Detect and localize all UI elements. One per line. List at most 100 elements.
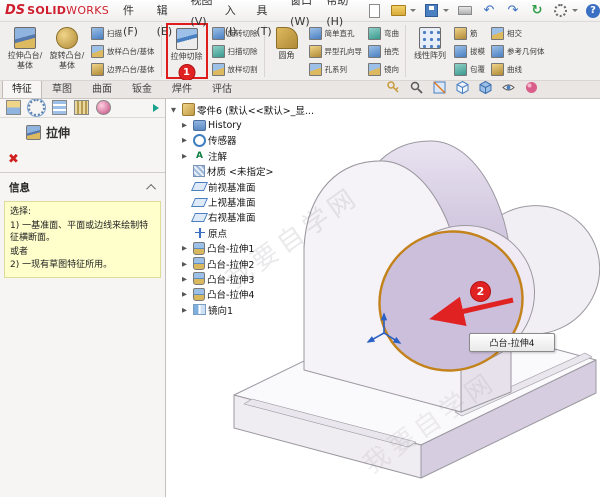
curves-button[interactable]: 曲线	[489, 61, 547, 77]
key-icon[interactable]	[386, 80, 401, 95]
hole-series-icon	[309, 63, 322, 76]
dimxpertmanager-tab-icon[interactable]	[74, 100, 89, 115]
help-icon[interactable]	[586, 4, 600, 18]
rib-button[interactable]: 筋	[452, 25, 487, 41]
dropdown-caret-icon[interactable]	[410, 9, 416, 12]
hole-series-button[interactable]: 孔系列	[307, 61, 365, 77]
new-document-icon[interactable]	[367, 3, 383, 19]
tree-item-origin[interactable]: 原点	[182, 225, 314, 240]
open-icon[interactable]	[391, 3, 407, 19]
panel-actions	[0, 145, 165, 173]
options-gear-icon[interactable]	[553, 3, 569, 19]
section-view-icon[interactable]	[432, 80, 447, 95]
mirror-button[interactable]: 镜向	[366, 61, 401, 77]
revolved-boss-button[interactable]: 旋转凸台/基体	[47, 23, 87, 79]
collapse-chevron-icon[interactable]	[146, 184, 156, 194]
tree-item-mirror1[interactable]: 镜向1	[182, 302, 314, 317]
reference-geometry-button[interactable]: 参考几何体	[489, 43, 547, 59]
flex-icon	[368, 27, 381, 40]
draft-icon	[454, 45, 467, 58]
tree-item-history[interactable]: History	[182, 117, 314, 132]
button-label: 抽壳	[384, 46, 399, 57]
message-heading: 选择:	[10, 206, 155, 219]
graphics-area[interactable]: 我要自学网 我要自学网	[166, 98, 600, 497]
menu-help[interactable]: 帮助(H)	[320, 0, 355, 32]
cancel-button[interactable]	[8, 153, 19, 167]
configurationmanager-tab-icon[interactable]	[52, 100, 67, 115]
rebuild-icon[interactable]	[529, 3, 545, 19]
tree-item-label: 注解	[208, 149, 227, 163]
linear-pattern-button[interactable]: 线性阵列	[410, 23, 450, 79]
menu-window[interactable]: 窗口(W)	[284, 0, 320, 32]
expand-arrow-icon[interactable]	[182, 275, 192, 283]
tree-item-boss-extrude2[interactable]: 凸台-拉伸2	[182, 256, 314, 271]
view-orientation-icon[interactable]	[455, 80, 470, 95]
displaymanager-tab-icon[interactable]	[96, 100, 111, 115]
tree-item-sensors[interactable]: 传感器	[182, 133, 314, 148]
tree-item-material[interactable]: 材质 <未指定>	[182, 164, 314, 179]
tree-item-front-plane[interactable]: 前视基准面	[182, 179, 314, 194]
dropdown-caret-icon[interactable]	[443, 9, 449, 12]
featuremanager-tab-icon[interactable]	[6, 100, 21, 115]
swept-cut-button[interactable]: 扫描切除	[210, 43, 260, 59]
menu-tools[interactable]: 工具(T)	[250, 0, 284, 42]
tree-item-boss-extrude3[interactable]: 凸台-拉伸3	[182, 271, 314, 286]
heads-up-toolbar	[386, 80, 539, 95]
expand-arrow-icon[interactable]	[182, 260, 192, 268]
expand-arrow-icon[interactable]	[182, 244, 192, 252]
quick-access-toolbar	[367, 3, 600, 19]
tree-item-top-plane[interactable]: 上视基准面	[182, 194, 314, 209]
boss-extrude-icon	[193, 257, 205, 270]
expand-arrow-icon[interactable]	[182, 306, 192, 314]
tree-item-boss-extrude1[interactable]: 凸台-拉伸1	[182, 241, 314, 256]
tree-root[interactable]: 零件6 (默认<<默认>_显...	[171, 102, 314, 117]
tree-item-boss-extrude4[interactable]: 凸台-拉伸4	[182, 287, 314, 302]
intersect-button[interactable]: 相交	[489, 25, 547, 41]
redo-icon[interactable]	[505, 3, 521, 19]
info-section-header[interactable]: 信息	[0, 173, 165, 198]
tree-item-label: 传感器	[208, 133, 237, 147]
menu-view[interactable]: 视图(V)	[184, 0, 218, 32]
menu-insert[interactable]: 插入(I)	[219, 0, 251, 42]
button-label: 放样切割	[228, 64, 258, 75]
search-commands-icon[interactable]	[409, 80, 424, 95]
expand-arrow-icon[interactable]	[182, 152, 192, 160]
button-label: 曲线	[507, 64, 522, 75]
curves-icon	[491, 63, 504, 76]
dropdown-caret-icon[interactable]	[572, 9, 578, 12]
boundary-boss-button[interactable]: 边界凸台/基体	[89, 61, 157, 77]
extruded-boss-button[interactable]: 拉伸凸台/基体	[5, 23, 45, 79]
edit-appearance-icon[interactable]	[524, 80, 539, 95]
tree-item-right-plane[interactable]: 右视基准面	[182, 210, 314, 225]
display-style-icon[interactable]	[478, 80, 493, 95]
propertymanager-tab-icon[interactable]	[28, 99, 45, 116]
expand-arrow-icon[interactable]	[182, 290, 192, 298]
draft-button[interactable]: 拔模	[452, 43, 487, 59]
expand-arrow-icon[interactable]	[182, 136, 192, 144]
expand-arrow-icon[interactable]	[182, 121, 192, 129]
lofted-cut-button[interactable]: 放样切割	[210, 61, 260, 77]
solidworks-window: DSSOLIDWORKS 文件(F) 编辑(E) 视图(V) 插入(I) 工具(…	[0, 0, 600, 497]
flyout-arrow-icon[interactable]	[153, 104, 159, 112]
collapse-arrow-icon[interactable]	[171, 106, 181, 114]
origin-icon	[193, 227, 206, 239]
lofted-boss-button[interactable]: 放样凸台/基体	[89, 43, 157, 59]
menu-file[interactable]: 文件(F)	[117, 0, 151, 42]
wrap-button[interactable]: 包覆	[452, 61, 487, 77]
print-icon[interactable]	[457, 3, 473, 19]
feature-tree: 零件6 (默认<<默认>_显... History 传感器 注解	[171, 102, 314, 317]
tree-item-annotations[interactable]: 注解	[182, 148, 314, 163]
button-label: 拉伸凸台/基体	[6, 51, 44, 70]
extruded-boss-icon	[14, 27, 36, 49]
menu-edit[interactable]: 编辑(E)	[151, 0, 185, 42]
flex-button[interactable]: 弯曲	[366, 25, 401, 41]
save-icon[interactable]	[424, 3, 440, 19]
undo-icon[interactable]	[481, 3, 497, 19]
hole-wizard-button[interactable]: 异型孔向导	[307, 43, 365, 59]
annotations-icon	[193, 150, 206, 162]
shell-button[interactable]: 抽壳	[366, 43, 401, 59]
hide-show-items-icon[interactable]	[501, 80, 516, 95]
hole-wizard-icon	[309, 45, 322, 58]
reference-geometry-icon	[491, 45, 504, 58]
message-or: 或者	[10, 246, 155, 259]
